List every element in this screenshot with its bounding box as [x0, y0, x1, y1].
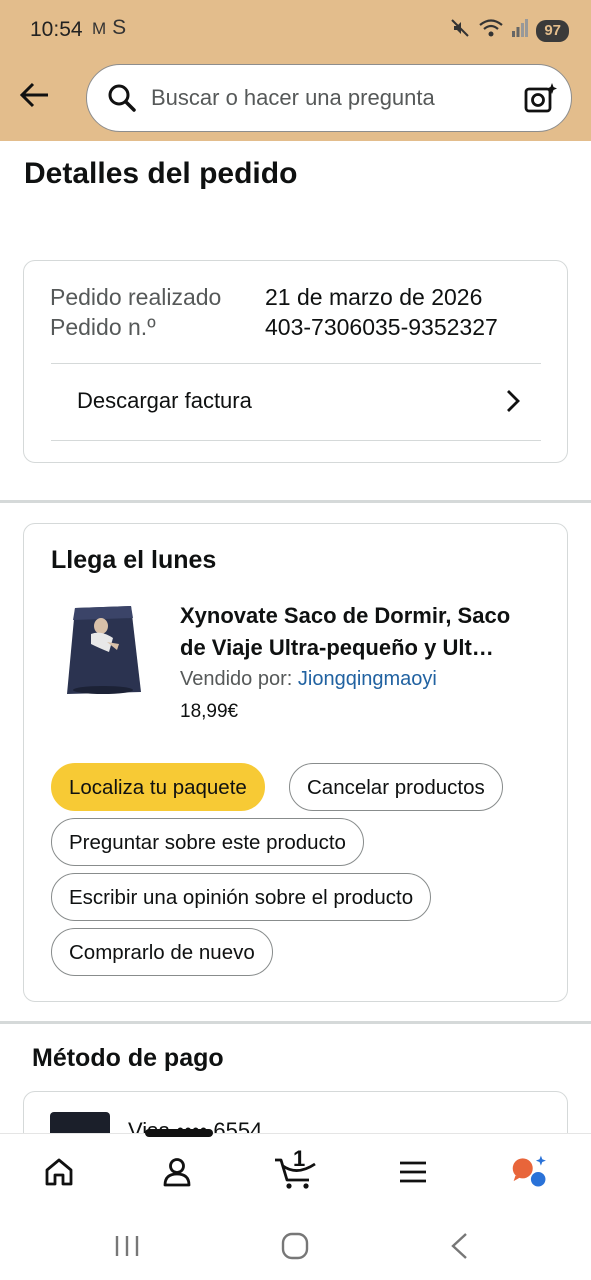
nav-account[interactable]: [157, 1152, 197, 1192]
order-placed-value: 21 de marzo de 2026: [265, 284, 483, 310]
sold-by-label: Vendido por:: [180, 668, 293, 690]
gmail-notification-icon: M: [92, 19, 107, 38]
order-number-value: 403-7306035-9352327: [265, 314, 498, 340]
page-title: Detalles del pedido: [24, 157, 298, 190]
recent-apps-button[interactable]: [112, 1233, 142, 1264]
system-navigation-bar: [0, 1211, 591, 1280]
home-system-button[interactable]: [280, 1231, 310, 1266]
shipment-card: Llega el lunes Xynovate Saco de Dormir, …: [23, 523, 568, 1002]
nav-home[interactable]: [39, 1152, 79, 1192]
mute-icon: [450, 18, 470, 43]
back-arrow-icon: [19, 82, 48, 108]
search-input[interactable]: [151, 77, 491, 119]
ask-product-question-button[interactable]: Preguntar sobre este producto: [51, 818, 364, 866]
seller-link[interactable]: Jiongqingmaoyi: [298, 668, 437, 690]
status-right: 97: [450, 18, 569, 43]
nav-rufus[interactable]: [510, 1152, 550, 1192]
section-separator: [0, 1021, 591, 1024]
home-icon: [45, 1158, 73, 1186]
camera-search-icon[interactable]: [523, 81, 557, 120]
recent-apps-icon: [115, 1236, 139, 1256]
cart-count: 1: [293, 1146, 306, 1171]
section-separator: [0, 500, 591, 503]
nav-cart[interactable]: 1: [272, 1146, 320, 1192]
product-title[interactable]: Xynovate Saco de Dormir, Saco de Viaje U…: [180, 600, 550, 664]
notification-icons: M S: [92, 16, 126, 40]
product-title-line-1: Xynovate Saco de Dormir, Saco: [180, 603, 511, 628]
divider: [51, 440, 541, 441]
product-price: 18,99€: [180, 701, 239, 722]
order-info-card: Pedido realizado 21 de marzo de 2026 Ped…: [23, 260, 568, 463]
search-bar[interactable]: [86, 64, 572, 132]
search-icon: [107, 83, 137, 118]
battery-indicator: 97: [536, 19, 569, 42]
sold-by: Vendido por: Jiongqingmaoyi: [180, 668, 437, 691]
buy-again-button[interactable]: Comprarlo de nuevo: [51, 928, 273, 976]
status-bar: 10:54 M S 97: [0, 0, 591, 60]
download-invoice-label: Descargar factura: [77, 388, 252, 413]
order-number-label: Pedido n.º: [50, 314, 156, 340]
product-image[interactable]: [61, 604, 143, 696]
chevron-right-icon: [505, 388, 521, 419]
track-package-button[interactable]: Localiza tu paquete: [51, 763, 265, 811]
back-system-button[interactable]: [448, 1231, 472, 1266]
menu-icon: [400, 1161, 426, 1183]
status-time: 10:54: [30, 18, 83, 41]
nav-menu[interactable]: [393, 1152, 433, 1192]
back-chevron-icon: [451, 1233, 467, 1259]
user-icon: [163, 1158, 191, 1187]
bottom-navigation: 1: [0, 1129, 591, 1211]
s-notification-icon: S: [112, 16, 127, 39]
download-invoice-row[interactable]: Descargar factura: [51, 364, 541, 440]
payment-heading: Método de pago: [32, 1044, 224, 1072]
write-review-button[interactable]: Escribir una opinión sobre el producto: [51, 873, 432, 921]
wifi-icon: [478, 18, 504, 43]
scroll-indicator: [145, 1129, 213, 1137]
back-button[interactable]: [18, 78, 52, 112]
shipment-heading: Llega el lunes: [51, 546, 217, 574]
rufus-assistant-icon: [512, 1155, 546, 1187]
signal-icon: [512, 19, 529, 42]
product-title-line-2: de Viaje Ultra-pequeño y Ult…: [180, 635, 494, 660]
home-circle-icon: [281, 1232, 309, 1260]
order-placed-label: Pedido realizado: [50, 284, 222, 310]
cancel-items-button[interactable]: Cancelar productos: [289, 763, 503, 811]
